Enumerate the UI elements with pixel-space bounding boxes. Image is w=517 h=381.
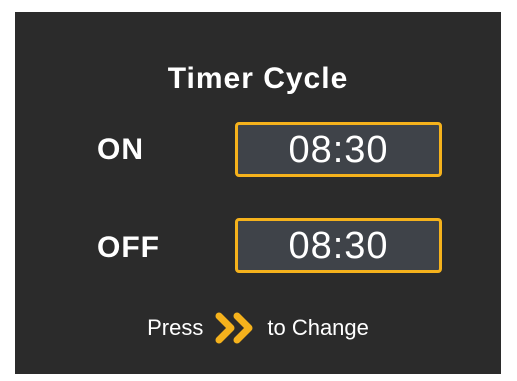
on-time-field[interactable]: 08:30	[235, 122, 442, 177]
off-time-value: 08:30	[288, 224, 389, 267]
hint-suffix: to Change	[267, 315, 369, 340]
hint-prefix: Press	[147, 315, 204, 340]
on-time-value: 08:30	[288, 128, 389, 171]
off-label: OFF	[97, 231, 160, 264]
timer-cycle-screen: Timer Cycle ON 08:30 OFF 08:30 Press to …	[15, 12, 501, 374]
screen-title: Timer Cycle	[167, 62, 349, 95]
double-chevron-right-icon	[215, 312, 257, 344]
change-hint: Press to Change	[15, 312, 501, 344]
off-time-field[interactable]: 08:30	[235, 218, 442, 273]
on-label: ON	[97, 133, 144, 166]
